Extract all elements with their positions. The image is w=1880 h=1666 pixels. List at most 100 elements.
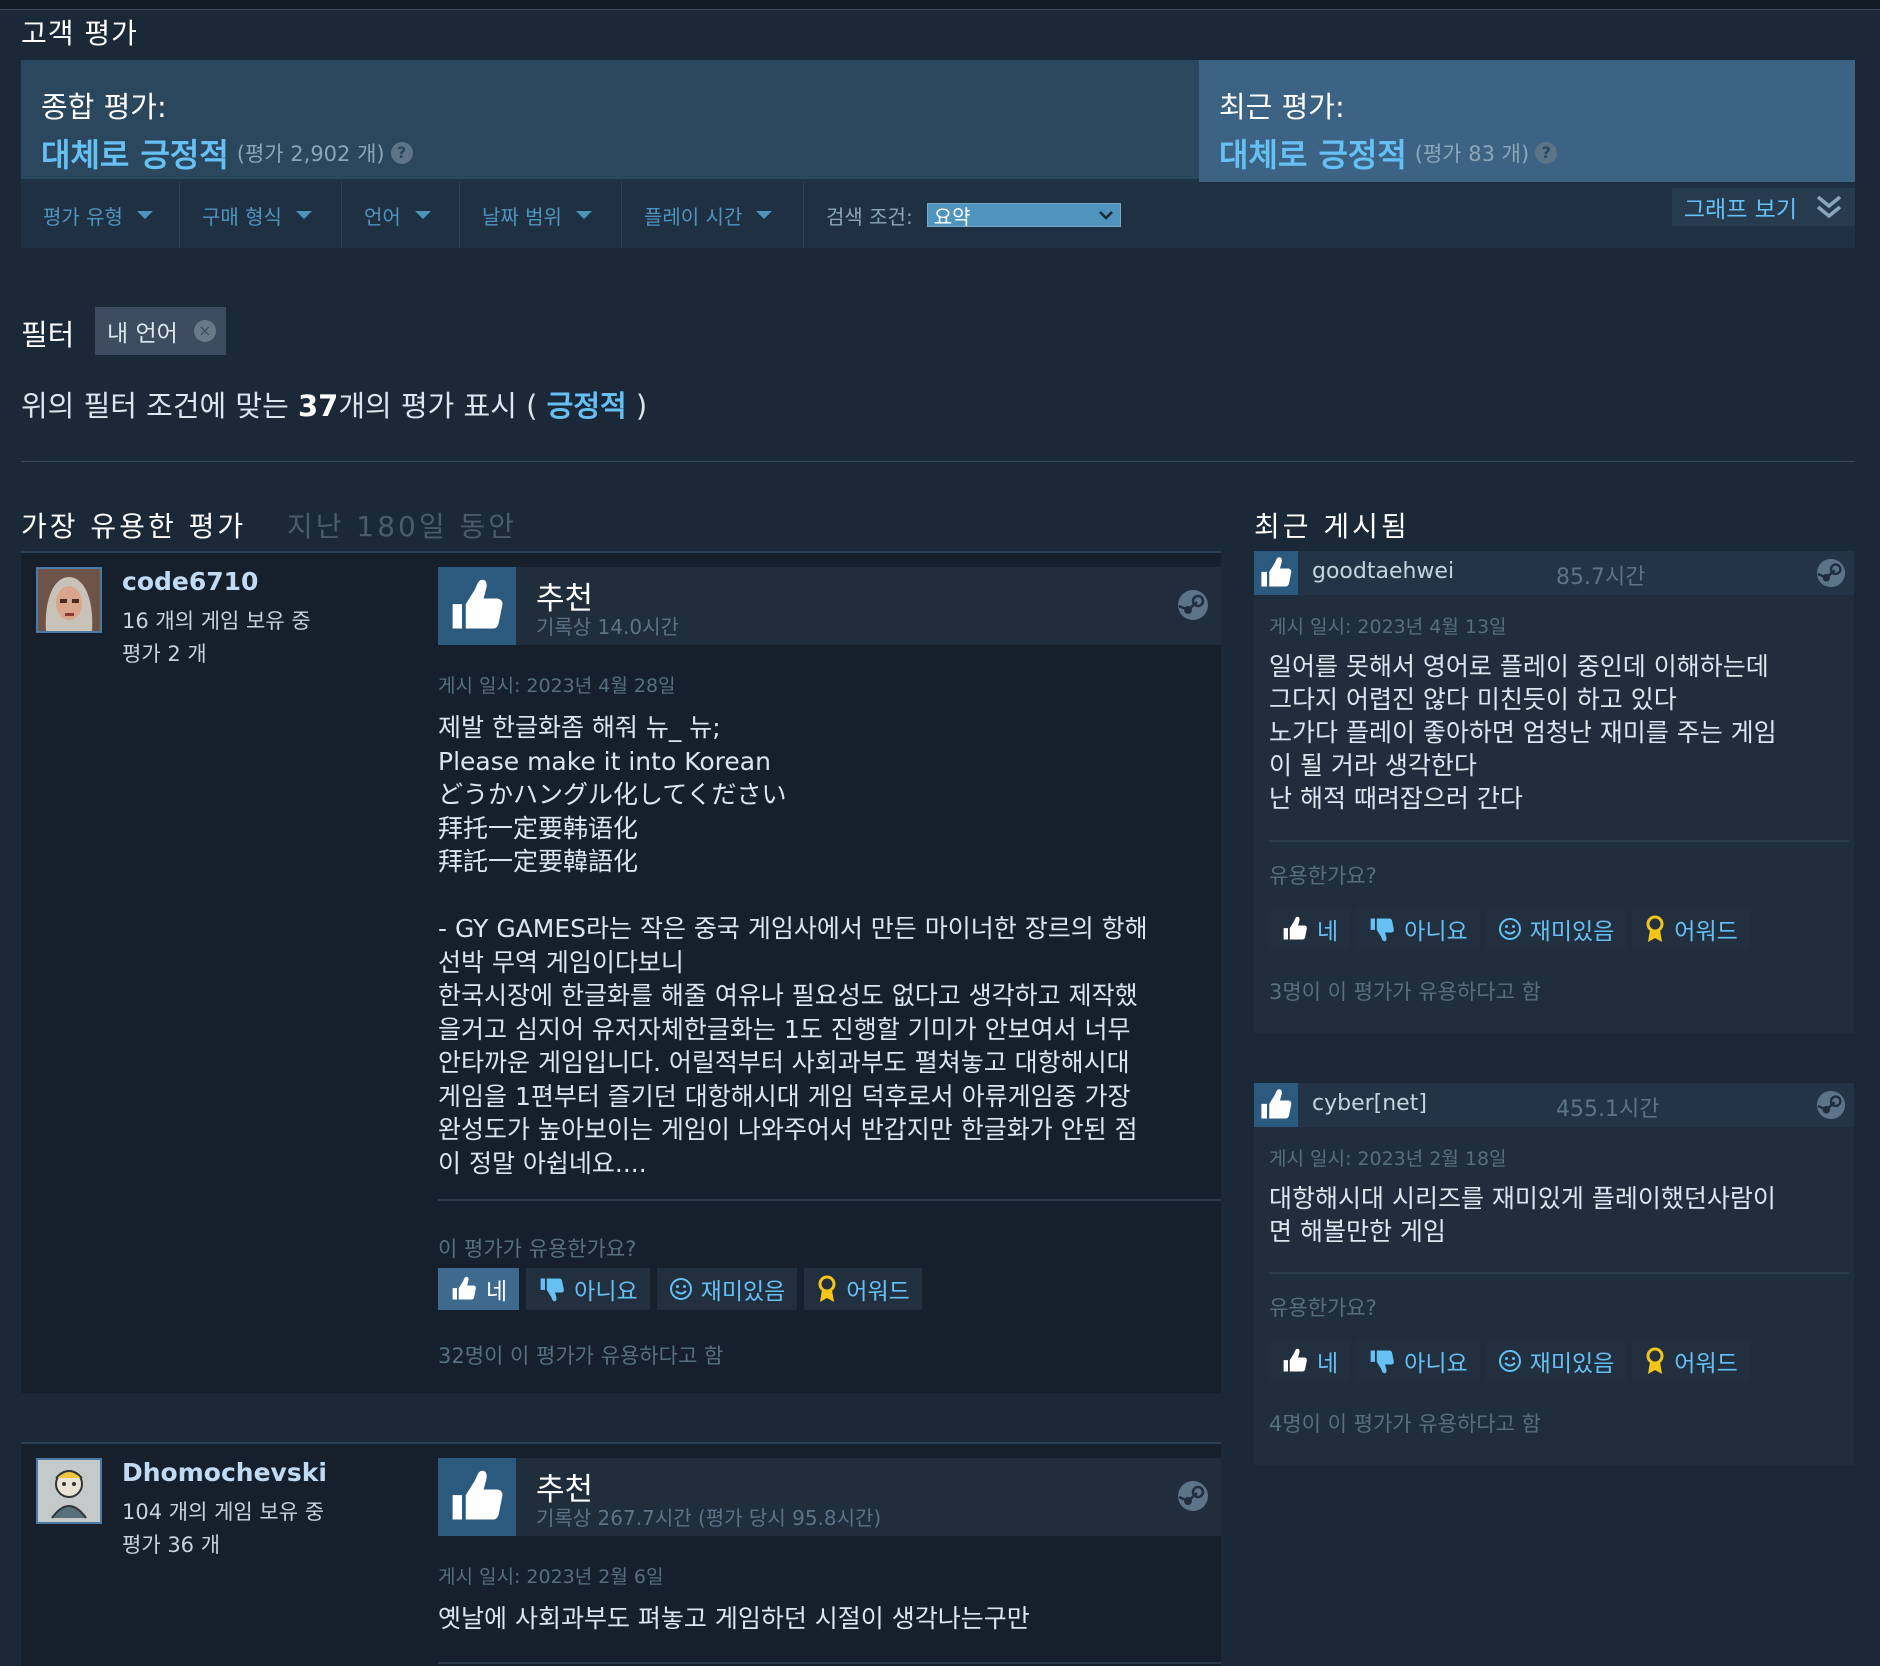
recent-count: (평가 83 개) [1414, 142, 1530, 166]
top-border [0, 0, 1880, 10]
steam-icon [1177, 1480, 1209, 1512]
separator [438, 1199, 1221, 1201]
vote-funny-button[interactable]: 재미있음 [656, 1268, 798, 1310]
reviewer-name[interactable]: goodtaehwei [1312, 559, 1454, 584]
overall-summary: 종합 평가: 대체로 긍정적 (평가 2,902 개) ? [21, 60, 1199, 182]
language-dropdown[interactable]: 언어 [342, 182, 460, 248]
award-icon [1646, 915, 1664, 942]
thumbs-down-icon [1370, 1350, 1395, 1374]
vote-funny-button[interactable]: 재미있음 [1485, 1340, 1627, 1382]
games-owned[interactable]: 16 개의 게임 보유 중 [122, 605, 311, 635]
filter-bar: 평가 유형 구매 형식 언어 날짜 범위 플레이 시간 검색 조건: 요약 그래… [21, 182, 1855, 248]
caret-down-icon [756, 211, 773, 219]
remove-filter-icon[interactable]: × [193, 320, 216, 342]
search-label: 검색 조건: [826, 204, 913, 229]
steam-icon [1816, 1090, 1846, 1120]
recent-summary: 최근 평가: 대체로 긍정적 (평가 83 개) ? [1199, 60, 1855, 182]
double-chevron-down-icon [1816, 195, 1842, 219]
date-range-dropdown[interactable]: 날짜 범위 [460, 182, 622, 248]
recent-review-card: cyber[net] 455.1시간 게시 일시: 2023년 2월 18일 대… [1254, 1083, 1854, 1465]
review-text: 옛날에 사회과부도 펴놓고 게임하던 시절이 생각나는구만 [438, 1604, 1030, 1633]
filter-chip-my-language[interactable]: 내 언어 × [95, 307, 226, 355]
vote-funny-button[interactable]: 재미있음 [1485, 908, 1627, 950]
award-button[interactable]: 어워드 [1632, 908, 1750, 950]
vote-yes-button[interactable]: 네 [438, 1268, 520, 1310]
recommendation-header[interactable]: 추천 기록상 14.0시간 [438, 567, 1221, 645]
caret-down-icon [295, 211, 312, 219]
result-summary: 위의 필터 조건에 맞는 37개의 평가 표시 ( 긍정적 ) [21, 389, 648, 423]
reviewer-name[interactable]: code6710 [122, 567, 258, 596]
most-helpful-title: 가장 유용한 평가 [21, 510, 247, 543]
avatar[interactable] [36, 567, 102, 633]
award-button[interactable]: 어워드 [804, 1268, 922, 1310]
review-type-dropdown[interactable]: 평가 유형 [21, 182, 180, 248]
games-owned[interactable]: 104 개의 게임 보유 중 [122, 1496, 324, 1526]
vote-buttons: 네 아니요 재미있음 어워드 [438, 1268, 922, 1310]
posted-date: 게시 일시: 2023년 2월 6일 [438, 1566, 664, 1588]
thumbs-up-icon [452, 1276, 476, 1300]
overall-label: 종합 평가: [41, 90, 167, 124]
vote-yes-button[interactable]: 네 [1269, 908, 1351, 950]
caret-down-icon [414, 211, 431, 219]
thumbs-up-icon [1254, 1083, 1298, 1127]
review-text: 대항해시대 시리즈를 재미있게 플레이했던사람이 면 해볼만한 게임 [1269, 1184, 1776, 1246]
helpful-question: 유용한가요? [1269, 864, 1377, 888]
most-helpful-subtitle: 지난 180일 동안 [287, 510, 518, 543]
recent-rating[interactable]: 대체로 긍정적 [1219, 130, 1407, 176]
vote-no-button[interactable]: 아니요 [1356, 908, 1480, 950]
reviewer-name[interactable]: cyber[net] [1312, 1091, 1427, 1116]
thumbs-down-icon [1370, 918, 1395, 942]
review-card: Dhomochevski 104 개의 게임 보유 중 평가 36 개 추천 기… [21, 1442, 1221, 1666]
show-graph-button[interactable]: 그래프 보기 [1671, 188, 1855, 226]
thumbs-up-icon [1254, 551, 1298, 595]
reviews-count[interactable]: 평가 36 개 [122, 1529, 220, 1559]
found-helpful: 4명이 이 평가가 유용하다고 함 [1269, 1412, 1541, 1436]
posted-date: 게시 일시: 2023년 4월 13일 [1269, 616, 1507, 638]
avatar[interactable] [36, 1458, 102, 1524]
recent-label: 최근 평가: [1219, 90, 1345, 124]
result-count: 37 [298, 389, 339, 423]
playtime-dropdown[interactable]: 플레이 시간 [622, 182, 804, 248]
award-button[interactable]: 어워드 [1632, 1340, 1750, 1382]
overall-rating[interactable]: 대체로 긍정적 [41, 130, 229, 176]
award-icon [818, 1275, 836, 1302]
smiley-icon [1498, 1350, 1521, 1372]
found-helpful: 32명이 이 평가가 유용하다고 함 [438, 1344, 724, 1368]
smiley-icon [669, 1278, 692, 1300]
vote-yes-button[interactable]: 네 [1269, 1340, 1351, 1382]
result-sentiment: 긍정적 [546, 389, 627, 423]
section-title: 고객 평가 [21, 17, 138, 50]
recent-review-header[interactable]: cyber[net] 455.1시간 [1254, 1083, 1854, 1127]
playtime-hours: 455.1시간 [1556, 1097, 1660, 1122]
vote-buttons: 네 아니요 재미있음 어워드 [1269, 908, 1750, 950]
recent-review-card: goodtaehwei 85.7시간 게시 일시: 2023년 4월 13일 일… [1254, 551, 1854, 1033]
chevron-down-icon [1098, 211, 1113, 220]
smiley-icon [1498, 918, 1521, 940]
reviewer-name[interactable]: Dhomochevski [122, 1458, 327, 1487]
found-helpful: 3명이 이 평가가 유용하다고 함 [1269, 980, 1541, 1004]
separator [1269, 840, 1849, 842]
helpful-question: 유용한가요? [1269, 1296, 1377, 1320]
separator [1269, 1272, 1849, 1274]
avatar-image-icon [38, 569, 100, 631]
thumbs-up-icon [438, 567, 516, 645]
question-icon[interactable]: ? [1535, 142, 1558, 164]
vote-no-button[interactable]: 아니요 [526, 1268, 650, 1310]
thumbs-down-icon [540, 1278, 565, 1302]
question-icon[interactable]: ? [390, 142, 413, 164]
reviews-count[interactable]: 평가 2 개 [122, 638, 207, 668]
vote-no-button[interactable]: 아니요 [1356, 1340, 1480, 1382]
filter-label: 필터 [21, 318, 75, 352]
helpful-question: 이 평가가 유용한가요? [438, 1237, 637, 1261]
review-card: code6710 16 개의 게임 보유 중 평가 2 개 추천 기록상 14.… [21, 551, 1221, 1393]
recommendation-header[interactable]: 추천 기록상 267.7시간 (평가 당시 95.8시간) [438, 1458, 1221, 1536]
overall-count: (평가 2,902 개) [236, 142, 385, 166]
playtime-hours: 85.7시간 [1556, 565, 1646, 590]
purchase-type-dropdown[interactable]: 구매 형식 [180, 182, 342, 248]
search-select[interactable]: 요약 [926, 203, 1121, 229]
thumbs-up-icon [1283, 1348, 1307, 1372]
thumbs-up-icon [1283, 916, 1307, 940]
caret-down-icon [136, 211, 153, 219]
review-text: 제발 한글화좀 해줘 뉴_ 뉴; Please make it into Kor… [438, 713, 1148, 1178]
recent-review-header[interactable]: goodtaehwei 85.7시간 [1254, 551, 1854, 595]
